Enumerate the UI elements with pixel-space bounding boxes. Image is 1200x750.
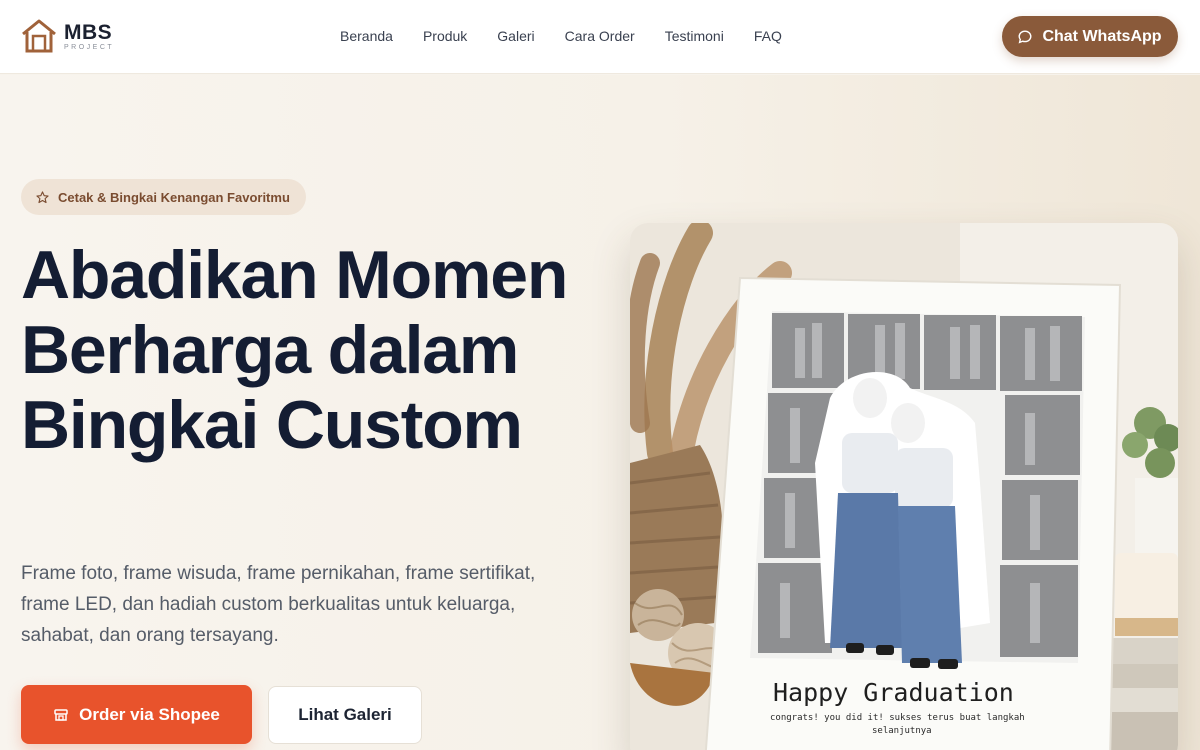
frame-title: Happy Graduation bbox=[773, 678, 1014, 707]
brand-name: MBS bbox=[64, 20, 113, 44]
main-nav: Beranda Produk Galeri Cara Order Testimo… bbox=[340, 28, 782, 44]
frame-caption-line1: congrats! you did it! sukses terus buat … bbox=[770, 713, 1025, 723]
site-header: MBS PROJECT Beranda Produk Galeri Cara O… bbox=[0, 0, 1200, 74]
photo-frame: Happy Graduation congrats! you did it! s… bbox=[704, 276, 1122, 750]
star-icon bbox=[36, 190, 49, 203]
brand-tagline: PROJECT bbox=[64, 43, 115, 51]
order-via-shopee-label: Order via Shopee bbox=[79, 704, 220, 724]
graduation-frame-photo: Happy Graduation congrats! you did it! s… bbox=[630, 223, 1178, 750]
chat-bubble-icon bbox=[1018, 29, 1032, 44]
nav-item-cara-order[interactable]: Cara Order bbox=[565, 28, 635, 44]
lihat-galeri-button[interactable]: Lihat Galeri bbox=[268, 686, 422, 744]
lihat-galeri-label: Lihat Galeri bbox=[298, 705, 392, 724]
hero-description: Frame foto, frame wisuda, frame pernikah… bbox=[21, 563, 536, 646]
store-icon bbox=[54, 708, 68, 721]
house-logo-icon bbox=[22, 19, 56, 53]
nav-item-galeri[interactable]: Galeri bbox=[497, 28, 534, 44]
frame-caption-line2: selanjutnya bbox=[872, 726, 932, 736]
hero-product-image: Happy Graduation congrats! you did it! s… bbox=[630, 223, 1178, 750]
nav-item-testimoni[interactable]: Testimoni bbox=[665, 28, 724, 44]
hero-title: Abadikan Momen Berharga dalam Bingkai Cu… bbox=[21, 237, 568, 463]
order-via-shopee-button[interactable]: Order via Shopee bbox=[21, 685, 252, 744]
chat-whatsapp-button[interactable]: Chat WhatsApp bbox=[1002, 16, 1178, 57]
hero-badge: Cetak & Bingkai Kenangan Favoritmu bbox=[21, 179, 306, 215]
brand-logo[interactable]: MBS PROJECT bbox=[20, 17, 114, 55]
hero-badge-label: Cetak & Bingkai Kenangan Favoritmu bbox=[58, 189, 290, 205]
nav-item-produk[interactable]: Produk bbox=[423, 28, 467, 44]
nav-item-beranda[interactable]: Beranda bbox=[340, 28, 393, 44]
chat-whatsapp-label: Chat WhatsApp bbox=[1042, 27, 1162, 45]
nav-item-faq[interactable]: FAQ bbox=[754, 28, 782, 44]
graduates-cutout bbox=[815, 371, 990, 669]
